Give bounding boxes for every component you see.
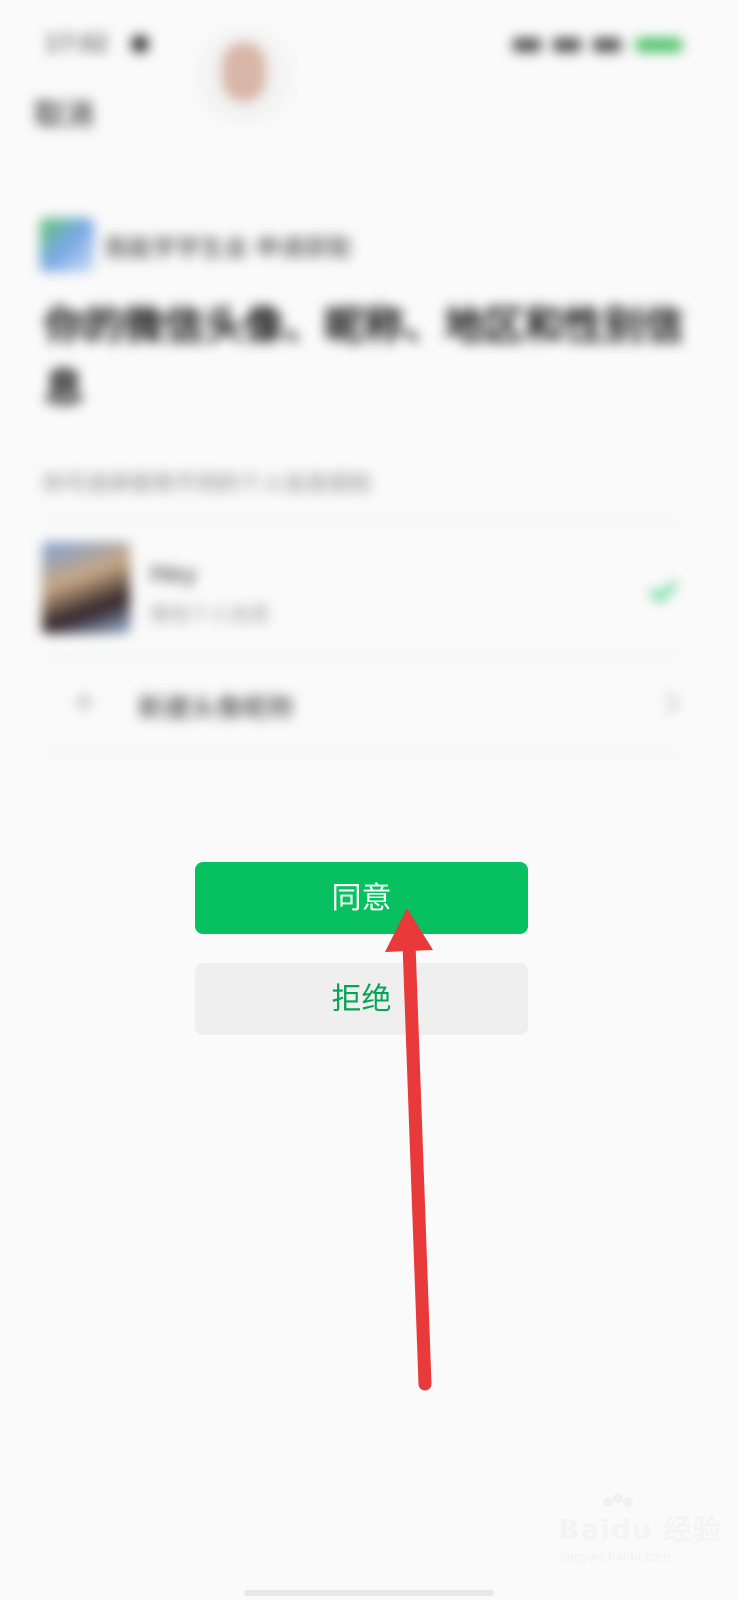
- signal-icon: [553, 38, 581, 52]
- status-time: 17:02: [45, 32, 109, 57]
- check-icon: [650, 582, 676, 601]
- app-logo-icon: [40, 218, 94, 272]
- profile-name: Hey: [150, 560, 198, 588]
- chevron-right-icon: [665, 691, 680, 715]
- cancel-button[interactable]: 取消: [34, 90, 94, 134]
- agree-button[interactable]: 同意: [195, 862, 528, 934]
- watermark-brand: Baidu 经验: [558, 1513, 722, 1546]
- profile-subtitle: 微信个人信息: [150, 602, 270, 626]
- divider: [42, 655, 682, 656]
- divider: [42, 752, 682, 753]
- divider: [42, 520, 682, 521]
- signal-2-icon: [593, 38, 621, 52]
- new-profile-label: 新建头像昵称: [138, 694, 295, 724]
- avatar: [42, 542, 130, 634]
- wifi-icon: [513, 38, 541, 52]
- home-indicator[interactable]: [244, 1590, 494, 1596]
- auth-title: 你的微信头像、昵称、地区和性别信息: [44, 303, 684, 411]
- plus-icon: [75, 693, 93, 711]
- status-icons: [513, 36, 683, 54]
- battery-icon: [635, 38, 683, 52]
- floating-avatar-icon[interactable]: [196, 28, 292, 124]
- auth-subtitle: 你可选择使用不同的个人信息授权: [42, 472, 373, 497]
- app-request-line: 我能学学生会 申请获取: [104, 234, 352, 262]
- reject-button[interactable]: 拒绝: [195, 963, 528, 1035]
- watermark-url: jingyan.baidu.com: [560, 1550, 671, 1564]
- notification-icon: [132, 36, 148, 52]
